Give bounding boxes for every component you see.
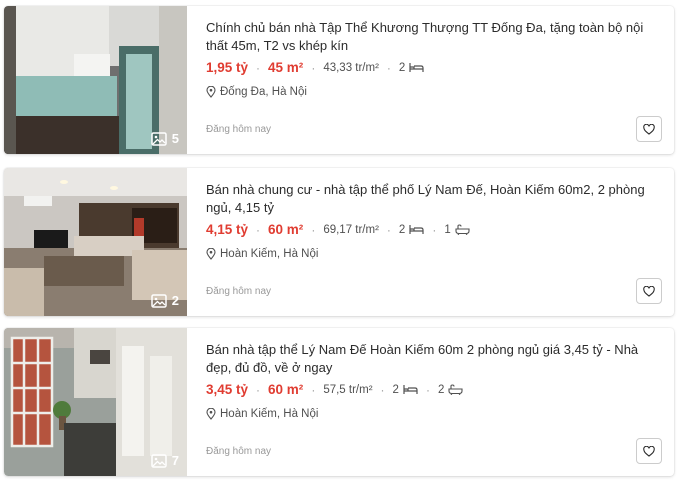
map-pin-icon xyxy=(206,248,216,260)
price-per-m2: 69,17 tr/m² xyxy=(323,223,379,236)
bedroom-count: 2 xyxy=(393,384,418,396)
listing-title[interactable]: Chính chủ bán nhà Tập Thể Khương Thượng … xyxy=(206,19,662,55)
bedroom-count: 2 xyxy=(399,62,424,74)
photo-count: 5 xyxy=(171,131,179,146)
image-gallery-icon xyxy=(151,293,167,308)
bathtub-icon xyxy=(455,224,470,235)
heart-outline-icon xyxy=(643,123,655,135)
separator-dot: · xyxy=(425,382,430,397)
separator-dot: · xyxy=(256,222,261,237)
heart-outline-icon xyxy=(643,285,655,297)
bed-icon xyxy=(403,385,418,394)
listing-price: 1,95 tỷ xyxy=(206,60,249,75)
photo-count: 2 xyxy=(171,293,179,308)
photo-count-badge: 5 xyxy=(151,131,179,146)
separator-dot: · xyxy=(311,382,316,397)
listing-area: 60 m² xyxy=(268,382,304,397)
separator-dot: · xyxy=(380,382,385,397)
listing-card[interactable]: 5 Chính chủ bán nhà Tập Thể Khương Thượn… xyxy=(4,6,674,154)
price-per-m2: 57,5 tr/m² xyxy=(323,383,373,396)
price-per-m2: 43,33 tr/m² xyxy=(323,61,379,74)
listing-title[interactable]: Bán nhà chung cư - nhà tập thể phố Lý Na… xyxy=(206,181,662,217)
separator-dot: · xyxy=(256,382,261,397)
favorite-button[interactable] xyxy=(636,278,662,304)
listing-photo[interactable]: 7 xyxy=(4,328,187,476)
listing-meta: 4,15 tỷ · 60 m² · 69,17 tr/m² · 2 · 1 xyxy=(206,222,470,237)
posted-date: Đăng hôm nay xyxy=(206,446,272,457)
heart-outline-icon xyxy=(643,445,655,457)
posted-date: Đăng hôm nay xyxy=(206,124,272,135)
listing-card[interactable]: 2 Bán nhà chung cư - nhà tập thể phố Lý … xyxy=(4,168,674,316)
map-pin-icon xyxy=(206,408,216,420)
photo-count-badge: 2 xyxy=(151,293,179,308)
listing-meta: 3,45 tỷ · 60 m² · 57,5 tr/m² · 2 · 2 xyxy=(206,382,463,397)
bed-icon xyxy=(409,63,424,72)
listing-photo[interactable]: 5 xyxy=(4,6,187,154)
separator-dot: · xyxy=(386,60,391,75)
separator-dot: · xyxy=(432,222,437,237)
listing-location: Đống Đa, Hà Nội xyxy=(206,86,307,98)
listing-meta: 1,95 tỷ · 45 m² · 43,33 tr/m² · 2 xyxy=(206,60,424,75)
bathroom-count: 1 xyxy=(444,224,470,236)
listing-area: 45 m² xyxy=(268,60,304,75)
map-pin-icon xyxy=(206,86,216,98)
photo-count: 7 xyxy=(171,453,179,468)
separator-dot: · xyxy=(256,60,261,75)
bedroom-count: 2 xyxy=(399,224,424,236)
separator-dot: · xyxy=(311,222,316,237)
bed-icon xyxy=(409,225,424,234)
listing-price: 3,45 tỷ xyxy=(206,382,249,397)
bathtub-icon xyxy=(448,384,463,395)
listing-title[interactable]: Bán nhà tập thể Lý Nam Đế Hoàn Kiếm 60m … xyxy=(206,341,662,377)
listing-location: Hoàn Kiếm, Hà Nội xyxy=(206,248,318,260)
favorite-button[interactable] xyxy=(636,116,662,142)
listing-price: 4,15 tỷ xyxy=(206,222,249,237)
separator-dot: · xyxy=(311,60,316,75)
favorite-button[interactable] xyxy=(636,438,662,464)
listing-card[interactable]: 7 Bán nhà tập thể Lý Nam Đế Hoàn Kiếm 60… xyxy=(4,328,674,476)
listing-area: 60 m² xyxy=(268,222,304,237)
separator-dot: · xyxy=(386,222,391,237)
listing-photo[interactable]: 2 xyxy=(4,168,187,316)
bathroom-count: 2 xyxy=(438,384,463,396)
posted-date: Đăng hôm nay xyxy=(206,286,272,297)
listing-location: Hoàn Kiếm, Hà Nội xyxy=(206,408,318,420)
photo-count-badge: 7 xyxy=(151,453,179,468)
image-gallery-icon xyxy=(151,453,167,468)
image-gallery-icon xyxy=(151,131,167,146)
